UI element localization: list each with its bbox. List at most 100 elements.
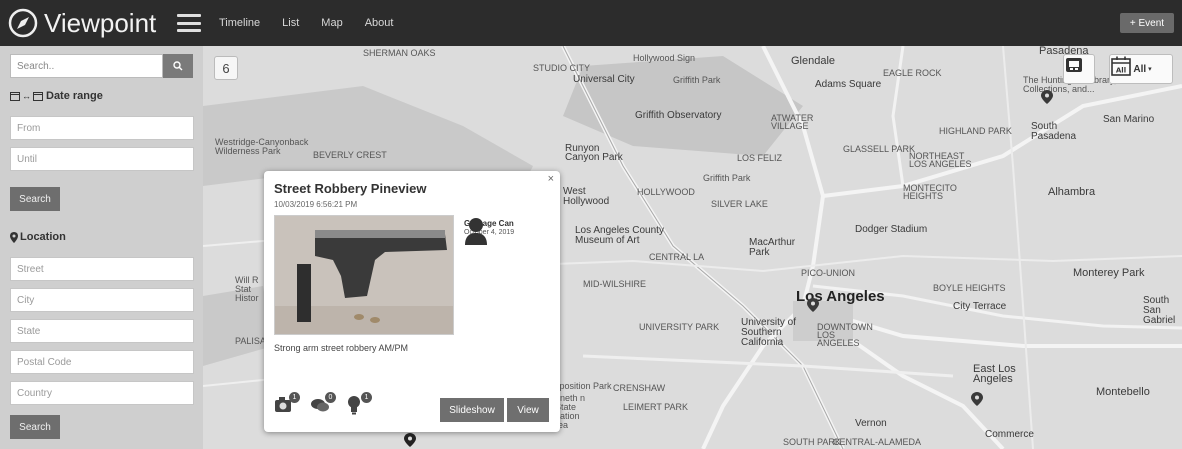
map-label: Dodger Stadium xyxy=(855,224,928,235)
map-label: PICO-UNION xyxy=(801,268,855,278)
map-canvas[interactable]: STUDIO CITY Universal City Hollywood Sig… xyxy=(203,46,1182,449)
view-button[interactable]: View xyxy=(507,398,549,422)
map-label: CRENSHAW xyxy=(613,383,666,393)
map-label: CENTRAL LA xyxy=(649,252,705,262)
date-range-heading: ↔ Date range xyxy=(10,88,193,104)
tips-count-badge: 1 xyxy=(361,392,372,403)
search-button[interactable] xyxy=(163,54,193,78)
map-label: Will R Stat Histor xyxy=(235,275,259,303)
nav-list[interactable]: List xyxy=(282,17,299,29)
city-field[interactable]: City xyxy=(10,288,194,312)
map-pin-icon[interactable] xyxy=(971,392,983,406)
comments-count[interactable]: 0 xyxy=(310,392,336,417)
brand-name: Viewpoint xyxy=(44,7,157,38)
photos-count-badge: 1 xyxy=(289,392,300,403)
map-label: Universal City xyxy=(573,74,635,85)
map-label: BEVERLY CREST xyxy=(313,150,387,160)
tips-count[interactable]: 1 xyxy=(346,392,372,417)
calendar-icon xyxy=(10,92,20,101)
close-icon[interactable]: × xyxy=(548,173,554,185)
event-count-badge: 6 xyxy=(214,56,238,80)
search-icon xyxy=(173,61,183,71)
user-avatar-icon xyxy=(465,218,487,245)
photos-count[interactable]: 1 xyxy=(274,392,300,417)
handgun-photo-icon xyxy=(275,216,453,334)
date-search-button[interactable]: Search xyxy=(10,187,60,211)
map-label: Commerce xyxy=(985,429,1034,440)
event-description: Strong arm street robbery AM/PM xyxy=(274,343,409,353)
map-label: PALISA xyxy=(235,336,266,346)
location-heading: Location xyxy=(10,229,193,245)
nav-timeline[interactable]: Timeline xyxy=(219,17,260,29)
map-label: San Marino xyxy=(1103,114,1155,125)
calendar-icon-text: All xyxy=(1116,67,1126,75)
map-label: HIGHLAND PARK xyxy=(939,126,1012,136)
map-label: East Los Angeles xyxy=(973,363,1016,385)
map-label: MID-WILSHIRE xyxy=(583,279,646,289)
film-icon xyxy=(1066,58,1082,72)
from-date-field[interactable]: From xyxy=(10,116,194,140)
date-range-label: Date range xyxy=(46,90,103,102)
add-event-button[interactable]: + Event xyxy=(1120,13,1174,33)
map-label: Adams Square xyxy=(815,79,882,90)
map-label: Griffith Observatory xyxy=(635,110,722,121)
compass-logo-icon xyxy=(8,8,38,38)
map-label: UNIVERSITY PARK xyxy=(639,322,720,332)
calendar-icon xyxy=(33,92,43,101)
date-filter-dropdown[interactable]: All All ▾ xyxy=(1109,54,1173,84)
map-label: Griffith Park xyxy=(703,173,751,183)
brand[interactable]: Viewpoint xyxy=(8,8,173,39)
filter-sidebar: Search.. ↔ Date range From Until Search … xyxy=(0,46,203,449)
top-navbar: Viewpoint Timeline List Map About + Even… xyxy=(0,0,1182,46)
main-nav: Timeline List Map About xyxy=(219,17,415,29)
slideshow-toggle-button[interactable] xyxy=(1063,54,1095,84)
nav-about[interactable]: About xyxy=(365,17,394,29)
map-label: NORTHEAST LOS ANGELES xyxy=(909,151,972,169)
event-photo[interactable] xyxy=(274,215,454,335)
map-label: LOS FELIZ xyxy=(737,153,783,163)
map-label: xposition Park xyxy=(555,381,612,391)
location-search-button[interactable]: Search xyxy=(10,415,60,439)
map-pin-icon[interactable] xyxy=(1041,90,1053,104)
arrow-both-icon: ↔ xyxy=(22,91,31,101)
map-label: Alhambra xyxy=(1048,186,1096,198)
map-label: DOWNTOWN LOS ANGELES xyxy=(817,322,873,348)
comments-count-badge: 0 xyxy=(325,392,336,403)
map-label: EAGLE ROCK xyxy=(883,68,942,78)
map-label: BOYLE HEIGHTS xyxy=(933,283,1006,293)
map-label: Montebello xyxy=(1096,386,1150,398)
nav-map[interactable]: Map xyxy=(321,17,342,29)
map-label: SHERMAN OAKS xyxy=(363,48,436,58)
event-stats: 1 0 1 xyxy=(274,392,382,417)
location-label: Location xyxy=(20,231,66,243)
map-label: City Terrace xyxy=(953,301,1007,312)
menu-toggle-icon[interactable] xyxy=(177,14,201,32)
map-label: Hollywood Sign xyxy=(633,53,696,63)
map-label: LEIMERT PARK xyxy=(623,402,689,412)
selected-event-pin-icon[interactable] xyxy=(404,433,416,447)
map-label: Glendale xyxy=(791,55,836,67)
reporter-card: Garbage Can October 4, 2019 xyxy=(464,217,536,245)
map-label: Monterey Park xyxy=(1073,267,1145,279)
country-field[interactable]: Country xyxy=(10,381,194,405)
map-label: SILVER LAKE xyxy=(711,199,768,209)
map-label: nneth n State eation rea xyxy=(555,393,586,430)
event-title: Street Robbery Pineview xyxy=(274,181,427,196)
search-input[interactable]: Search.. xyxy=(10,54,164,78)
state-field[interactable]: State xyxy=(10,319,194,343)
map-marker-icon xyxy=(10,231,18,243)
map-label: Vernon xyxy=(855,418,887,429)
postal-code-field[interactable]: Postal Code xyxy=(10,350,194,374)
date-filter-label: All xyxy=(1133,63,1147,75)
map-label: Griffith Park xyxy=(673,75,721,85)
map-label: South San Gabriel xyxy=(1143,295,1176,326)
calendar-all-icon: All xyxy=(1111,56,1131,76)
map-label: Los Angeles County Museum of Art xyxy=(575,225,664,246)
lightbulb-icon xyxy=(348,396,360,415)
map-pin-icon[interactable] xyxy=(807,298,819,312)
slideshow-button[interactable]: Slideshow xyxy=(440,398,504,422)
caret-down-icon: ▾ xyxy=(1148,66,1152,73)
street-field[interactable]: Street xyxy=(10,257,194,281)
until-date-field[interactable]: Until xyxy=(10,147,194,171)
event-datetime: 10/03/2019 6:56:21 PM xyxy=(274,200,358,209)
